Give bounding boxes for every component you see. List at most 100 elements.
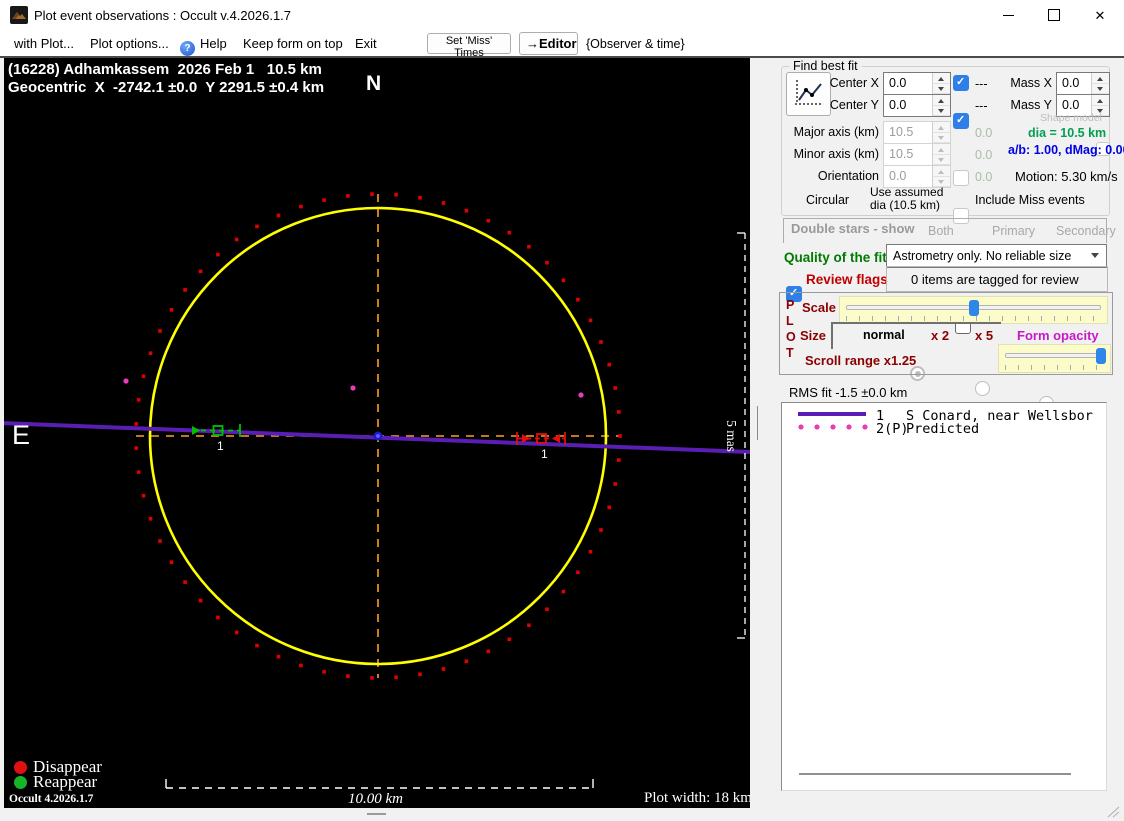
reappear-label: Reappear xyxy=(33,772,97,792)
mas-scale-label: 5 mas xyxy=(723,414,739,458)
major-axis-spinner: 10.5 xyxy=(883,121,951,144)
center-y-label: Center Y xyxy=(789,98,879,112)
double-both-label: Both xyxy=(928,224,954,238)
form-opacity-slider[interactable] xyxy=(998,344,1111,373)
minor-axis-extra: 0.0 xyxy=(975,148,992,162)
plot-header-line2: Geocentric X -2742.1 ±0.0 Y 2291.5 ±0.4 … xyxy=(8,79,324,96)
use-assumed-label: Use assumed dia (10.5 km) xyxy=(870,186,946,212)
menu-plot-options[interactable]: Plot options... xyxy=(90,36,169,51)
scroll-range-label: Scroll range x1.25 xyxy=(805,353,916,368)
resize-grip-icon[interactable] xyxy=(1106,806,1120,818)
include-miss-label: Include Miss events xyxy=(975,193,1085,207)
observation-name: Predicted xyxy=(906,421,979,437)
disappear-dot-icon xyxy=(14,761,27,774)
plot-canvas[interactable]: (16228) Adhamkassem 2026 Feb 1 10.5 km G… xyxy=(4,58,750,808)
menu-help[interactable]: ?Help xyxy=(180,36,227,56)
mass-y-label: Mass Y xyxy=(1008,98,1052,112)
maximize-icon xyxy=(1048,9,1060,21)
scale-slider-ticks xyxy=(846,316,1101,321)
center-x-extra: --- xyxy=(975,77,988,91)
minimize-button[interactable] xyxy=(985,0,1031,30)
scale-bar-label: 10.00 km xyxy=(348,791,403,808)
set-miss-times-button[interactable]: Set 'Miss' Times xyxy=(427,33,511,54)
observer-time-label: {Observer & time} xyxy=(586,37,685,51)
center-x-label: Center X xyxy=(789,76,879,90)
app-icon xyxy=(10,6,28,29)
size-normal-label: normal xyxy=(863,328,905,342)
plot-header-line1: (16228) Adhamkassem 2026 Feb 1 10.5 km xyxy=(8,61,322,78)
scale-label: Scale xyxy=(802,300,836,315)
major-axis-spin-buttons xyxy=(932,122,950,143)
minor-axis-value: 10.5 xyxy=(884,144,932,165)
find-best-fit-label: Find best fit xyxy=(789,59,862,73)
center-x-checkbox[interactable] xyxy=(953,75,969,91)
shape-model-label: Shape model xyxy=(1040,112,1102,124)
north-label: N xyxy=(366,72,381,96)
chevron-down-icon xyxy=(1091,253,1099,262)
major-axis-checkbox xyxy=(953,170,969,186)
rms-fit-label: RMS fit -1.5 ±0.0 km xyxy=(789,385,907,400)
center-y-spinner[interactable]: 0.0 xyxy=(883,94,951,117)
form-opacity-slider-thumb[interactable] xyxy=(1096,348,1106,364)
center-x-spin-buttons[interactable] xyxy=(932,73,950,94)
major-axis-extra: 0.0 xyxy=(975,126,992,140)
center-y-value: 0.0 xyxy=(884,95,932,116)
ab-text: a/b: 1.00, dMag: 0.00 xyxy=(1008,143,1124,157)
motion-text: Motion: 5.30 km/s xyxy=(1015,169,1118,184)
form-opacity-label: Form opacity xyxy=(1017,328,1099,343)
form-opacity-slider-ticks xyxy=(1005,365,1104,370)
orientation-value: 0.0 xyxy=(884,166,932,187)
size-x2-label: x 2 xyxy=(931,328,949,343)
quality-fit-combobox[interactable]: Astrometry only. No reliable size xyxy=(886,244,1107,268)
major-axis-label: Major axis (km) xyxy=(789,125,879,139)
maximize-button[interactable] xyxy=(1031,0,1077,30)
vertical-scrollbar-thumb[interactable] xyxy=(757,406,758,440)
quality-fit-label: Quality of the fit xyxy=(784,250,887,265)
app-window: { "window": { "title": "Plot event obser… xyxy=(0,0,1124,821)
list-item[interactable]: 2(P) Predicted xyxy=(782,420,1106,434)
dotted-magenta-line-swatch xyxy=(798,424,874,430)
center-y-checkbox[interactable] xyxy=(953,113,969,129)
list-item[interactable]: 1 S Conard, near Wellsbor xyxy=(782,407,1106,421)
quality-fit-value: Astrometry only. No reliable size xyxy=(887,245,1106,263)
horizontal-scrollbar-thumb[interactable] xyxy=(367,813,386,815)
center-x-spinner[interactable]: 0.0 xyxy=(883,72,951,95)
editor-button[interactable]: →Editor xyxy=(519,32,578,55)
list-divider xyxy=(799,773,1071,775)
dia-text: dia = 10.5 km xyxy=(1028,126,1106,140)
plot-letter-o: O xyxy=(786,330,796,344)
mass-x-spinner[interactable]: 0.0 xyxy=(1056,72,1110,95)
window-title: Plot event observations : Occult v.4.202… xyxy=(34,8,291,23)
menu-exit[interactable]: Exit xyxy=(355,36,377,51)
form-opacity-slider-track[interactable] xyxy=(1005,353,1104,358)
mass-x-spin-buttons[interactable] xyxy=(1091,73,1109,94)
center-y-spin-buttons[interactable] xyxy=(932,95,950,116)
close-button[interactable]: ✕ xyxy=(1077,0,1123,30)
double-secondary-label: Secondary xyxy=(1056,224,1116,238)
review-flags-label: Review flags xyxy=(806,272,888,287)
title-bar: Plot event observations : Occult v.4.202… xyxy=(0,0,1124,31)
plot-area[interactable] xyxy=(4,58,750,808)
help-icon: ? xyxy=(180,41,195,56)
east-label: E xyxy=(12,420,30,451)
minor-axis-spinner: 10.5 xyxy=(883,143,951,166)
double-stars-label: Double stars - show xyxy=(791,221,915,236)
orientation-spin-buttons xyxy=(932,166,950,187)
observation-number: 2(P) xyxy=(876,421,909,437)
menu-keep-on-top[interactable]: Keep form on top xyxy=(243,36,343,51)
mass-x-label: Mass X xyxy=(1008,76,1052,90)
orientation-extra: 0.0 xyxy=(975,170,992,184)
menu-with-plot[interactable]: with Plot... xyxy=(14,36,74,51)
scale-slider-thumb[interactable] xyxy=(969,300,979,316)
major-axis-value: 10.5 xyxy=(884,122,932,143)
orientation-label: Orientation xyxy=(789,169,879,183)
km-scale-bar xyxy=(166,779,593,788)
mass-x-value: 0.0 xyxy=(1057,73,1091,94)
circular-label: Circular xyxy=(806,193,849,207)
plot-version-label: Occult 4.2026.1.7 xyxy=(9,793,93,805)
green-chord-number: 1 xyxy=(217,439,224,453)
plot-width-label: Plot width: 18 km xyxy=(644,790,750,807)
observations-listbox[interactable]: 1 S Conard, near Wellsbor 2(P) Predicted xyxy=(781,402,1107,791)
scale-slider[interactable] xyxy=(839,296,1108,324)
plot-letter-l: L xyxy=(786,314,794,328)
